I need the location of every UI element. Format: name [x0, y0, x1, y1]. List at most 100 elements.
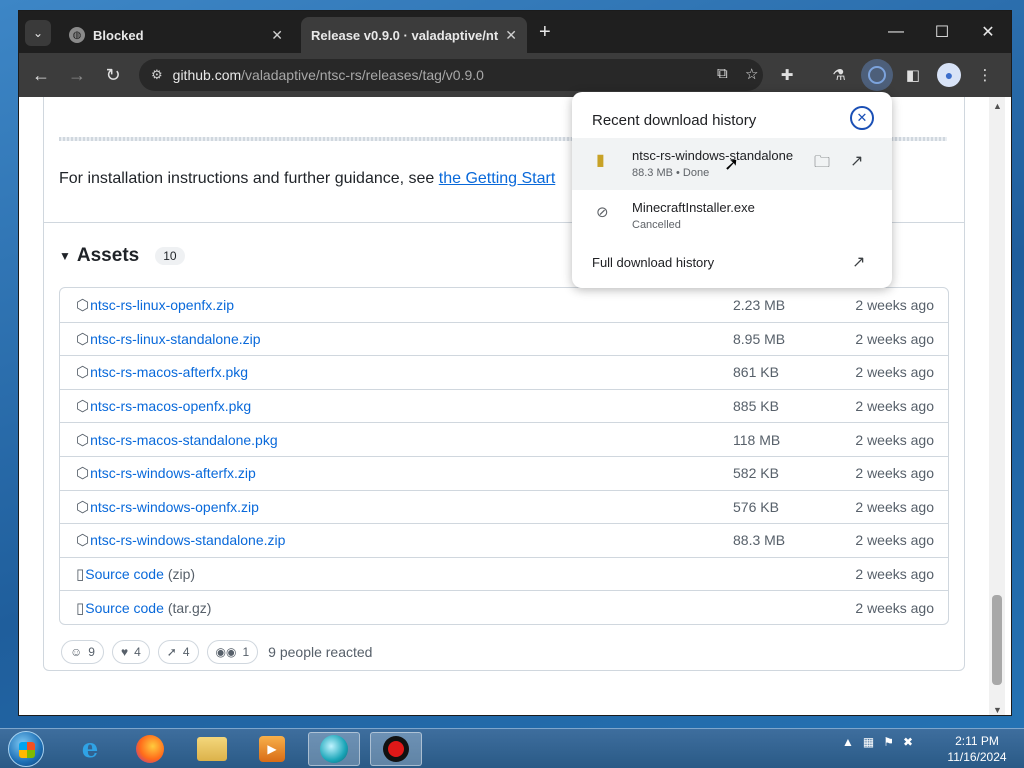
reload-button[interactable]: ↻ — [101, 63, 125, 87]
eyes-icon: ◉◉ — [215, 645, 237, 659]
asset-link[interactable]: ⬡ ntsc-rs-linux-standalone.zip — [76, 330, 261, 348]
source-tar-link[interactable]: ▯ Source code (tar.gz) — [76, 599, 211, 617]
vertical-scrollbar[interactable]: ▲ ▼ — [989, 97, 1005, 715]
asset-link[interactable]: ⬡ ntsc-rs-linux-openfx.zip — [76, 296, 234, 314]
package-icon: ⬡ — [76, 532, 90, 550]
open-external-icon[interactable]: ↗ — [850, 151, 863, 171]
forward-button[interactable]: → — [65, 63, 89, 87]
download-item[interactable]: ⊘ MinecraftInstaller.exe Cancelled — [572, 190, 892, 242]
scroll-up-icon[interactable]: ▲ — [993, 101, 1002, 111]
tab-strip: ⌄ ◍ Blocked ✕ Release v0.9.0 · valadapti… — [19, 11, 1011, 53]
download-filename: MinecraftInstaller.exe — [632, 200, 755, 215]
site-info-icon[interactable]: ⚙ — [151, 67, 163, 83]
maximize-button[interactable]: ☐ — [919, 11, 965, 53]
assets-header[interactable]: ▼ Assets 10 — [59, 245, 185, 267]
taskbar-explorer[interactable] — [186, 732, 238, 766]
flag-icon[interactable]: ⚑ — [883, 735, 894, 749]
package-icon: ⬡ — [76, 330, 90, 348]
asset-link[interactable]: ⬡ ntsc-rs-macos-standalone.pkg — [76, 431, 278, 449]
chevron-down-icon: ⌄ — [32, 26, 44, 40]
reload-icon: ↻ — [105, 64, 121, 85]
menu-kebab-icon[interactable]: ⋮ — [973, 63, 997, 87]
asset-time: 2 weeks ago — [855, 296, 934, 313]
asset-size: 582 KB — [733, 465, 779, 482]
close-popup-button[interactable]: ✕ — [850, 106, 874, 130]
open-external-icon[interactable]: ↗ — [852, 252, 865, 272]
reaction-eyes[interactable]: ◉◉ 1 — [206, 640, 259, 664]
record-icon — [383, 736, 409, 762]
asset-time: 2 weeks ago — [855, 364, 934, 381]
browser-app-icon — [320, 735, 348, 763]
package-icon: ⬡ — [76, 465, 90, 483]
side-panel-icon[interactable]: ◧ — [901, 63, 925, 87]
table-row: ▯ Source code (zip) 2 weeks ago — [60, 556, 948, 591]
asset-time: 2 weeks ago — [855, 398, 934, 415]
profile-avatar[interactable]: ● — [937, 63, 961, 87]
tab-title: Blocked — [93, 27, 144, 43]
window-controls: — ☐ ✕ — [873, 11, 1011, 53]
asset-link[interactable]: ⬡ ntsc-rs-macos-openfx.pkg — [76, 397, 251, 415]
media-player-icon: ▶ — [259, 736, 285, 762]
tab-blocked[interactable]: ◍ Blocked ✕ — [59, 17, 293, 53]
reaction-heart[interactable]: ♥ 4 — [111, 640, 150, 664]
download-meta: Cancelled — [632, 219, 681, 231]
labs-flask-icon[interactable]: ⚗ — [827, 63, 851, 87]
taskbar-recorder[interactable] — [370, 732, 422, 766]
scroll-thumb[interactable] — [992, 595, 1002, 685]
close-icon[interactable]: ✕ — [271, 27, 283, 44]
mouse-cursor-icon: ➚ — [724, 154, 740, 174]
asset-link[interactable]: ⬡ ntsc-rs-windows-afterfx.zip — [76, 464, 256, 482]
heart-icon: ♥ — [120, 645, 129, 659]
url-text: github.com/valadaptive/ntsc-rs/releases/… — [172, 67, 484, 83]
full-download-history-link[interactable]: Full download history — [592, 255, 714, 270]
network-icon[interactable]: ▦ — [863, 735, 874, 749]
tab-release[interactable]: Release v0.9.0 · valadaptive/nt ✕ — [301, 17, 527, 53]
clock[interactable]: 2:11 PM 11/16/2024 — [942, 733, 1012, 765]
package-icon: ⬡ — [76, 364, 90, 382]
close-window-button[interactable]: ✕ — [965, 11, 1011, 53]
scroll-down-icon[interactable]: ▼ — [993, 705, 1002, 715]
asset-time: 2 weeks ago — [855, 532, 934, 549]
downloads-button[interactable] — [861, 59, 893, 91]
reaction-rocket[interactable]: ➚ 4 — [157, 640, 199, 664]
download-cancelled-icon: ⊘ — [596, 204, 609, 221]
extensions-icon[interactable]: ✚ — [775, 63, 799, 87]
firefox-icon — [136, 735, 164, 763]
folder-icon — [197, 737, 227, 761]
rocket-icon: ➚ — [166, 645, 177, 659]
volume-muted-icon[interactable]: ✖ — [903, 735, 913, 749]
install-app-icon[interactable]: ⧉ — [717, 65, 728, 82]
tab-search-button[interactable]: ⌄ — [25, 20, 51, 46]
asset-time: 2 weeks ago — [855, 566, 934, 583]
close-icon[interactable]: ✕ — [505, 27, 517, 44]
new-tab-button[interactable]: + — [539, 22, 551, 42]
reaction-laugh[interactable]: ☺ 9 — [61, 640, 104, 664]
globe-icon: ◍ — [69, 27, 85, 43]
clock-date: 11/16/2024 — [947, 750, 1007, 764]
taskbar-ie[interactable]: e — [64, 732, 116, 766]
table-row: ⬡ ntsc-rs-macos-standalone.pkg 118 MB 2 w… — [60, 422, 948, 456]
asset-link[interactable]: ⬡ ntsc-rs-windows-standalone.zip — [76, 531, 285, 549]
asset-time: 2 weeks ago — [855, 330, 934, 347]
tray-expand-icon[interactable]: ▲ — [842, 735, 854, 749]
table-row: ⬡ ntsc-rs-windows-openfx.zip 576 KB 2 wee… — [60, 489, 948, 524]
close-icon: ✕ — [856, 110, 868, 125]
popup-title: Recent download history — [592, 112, 757, 129]
back-button[interactable]: ← — [29, 63, 53, 87]
start-button[interactable] — [8, 731, 44, 767]
minimize-button[interactable]: — — [873, 11, 919, 53]
table-row: ▯ Source code (tar.gz) 2 weeks ago — [60, 590, 948, 624]
asset-link[interactable]: ⬡ ntsc-rs-windows-openfx.zip — [76, 498, 259, 516]
system-tray: ▲ ▦ ⚑ ✖ — [842, 735, 922, 749]
taskbar-firefox[interactable] — [124, 732, 176, 766]
taskbar-browser[interactable] — [308, 732, 360, 766]
getting-started-link[interactable]: the Getting Start — [439, 170, 556, 187]
source-zip-link[interactable]: ▯ Source code (zip) — [76, 565, 195, 583]
folder-icon[interactable]: 🗀 — [814, 151, 830, 178]
browser-toolbar: ← → ↻ ⚙ github.com/valadaptive/ntsc-rs/r… — [19, 53, 1011, 97]
package-icon: ⬡ — [76, 296, 90, 314]
bookmark-star-icon[interactable]: ☆ — [745, 65, 758, 83]
asset-link[interactable]: ⬡ ntsc-rs-macos-afterfx.pkg — [76, 363, 248, 381]
taskbar-media-player[interactable]: ▶ — [246, 732, 298, 766]
address-bar[interactable]: ⚙ github.com/valadaptive/ntsc-rs/release… — [139, 59, 763, 91]
